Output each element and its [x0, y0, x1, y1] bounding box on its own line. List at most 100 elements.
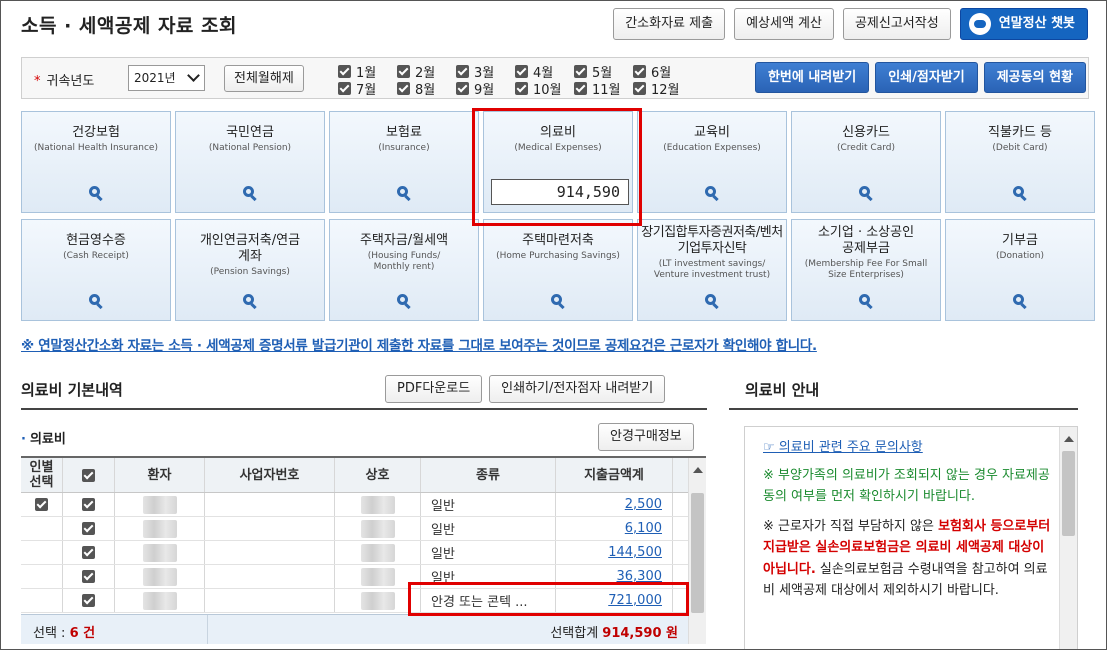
scroll-up-icon[interactable]	[693, 467, 703, 473]
amount-link[interactable]: 36,300	[617, 569, 663, 584]
search-icon[interactable]	[859, 186, 873, 202]
checkbox-checked-icon[interactable]	[397, 64, 410, 78]
month-checkbox[interactable]: 2월	[397, 63, 456, 81]
month-checkbox[interactable]: 11월	[574, 80, 633, 98]
search-icon[interactable]	[397, 294, 411, 310]
amount-link[interactable]: 6,100	[625, 521, 662, 536]
checkbox-checked-icon[interactable]	[456, 64, 469, 78]
tile-education-expenses[interactable]: 교육비 (Education Expenses)	[637, 111, 787, 213]
glasses-info-button[interactable]: 안경구매정보	[598, 423, 694, 451]
amount-cell[interactable]: 144,500	[556, 541, 673, 564]
checkbox-checked-icon[interactable]	[82, 594, 95, 607]
search-icon[interactable]	[243, 294, 257, 310]
write-deduction-form-button[interactable]: 공제신고서작성	[842, 8, 951, 40]
amount-cell[interactable]: 721,000	[556, 589, 673, 612]
table-row[interactable]: 일반 36,300	[21, 565, 706, 589]
tile-national-pension[interactable]: 국민연금 (National Pension)	[175, 111, 325, 213]
row-checkbox[interactable]	[63, 517, 115, 540]
chatbot-button[interactable]: 연말정산 챗봇	[959, 8, 1088, 40]
grid-scrollbar[interactable]	[688, 458, 706, 644]
pdf-download-button[interactable]: PDF다운로드	[385, 375, 483, 403]
checkbox-checked-icon[interactable]	[633, 81, 646, 95]
tile-housing-funds[interactable]: 주택자금/월세액 (Housing Funds/ Monthly rent)	[329, 219, 479, 321]
checkbox-checked-icon[interactable]	[574, 81, 587, 95]
checkbox-checked-icon[interactable]	[35, 498, 48, 511]
tile-credit-card[interactable]: 신용카드 (Credit Card)	[791, 111, 941, 213]
scroll-up-icon[interactable]	[1064, 436, 1074, 442]
checkbox-checked-icon[interactable]	[515, 64, 528, 78]
row-person-checkbox[interactable]	[21, 493, 63, 516]
estimate-tax-button[interactable]: 예상세액 계산	[734, 8, 834, 40]
tile-home-purchasing-savings[interactable]: 주택마련저축 (Home Purchasing Savings)	[483, 219, 633, 321]
tile-debit-card[interactable]: 직불카드 등 (Debit Card)	[945, 111, 1095, 213]
row-checkbox[interactable]	[63, 589, 115, 612]
search-icon[interactable]	[243, 186, 257, 202]
table-row[interactable]: 일반 144,500	[21, 541, 706, 565]
toggle-all-months-button[interactable]: 전체월해제	[224, 65, 304, 92]
month-checkbox[interactable]: 1월	[338, 63, 397, 81]
search-icon[interactable]	[705, 186, 719, 202]
tile-donation[interactable]: 기부금 (Donation)	[945, 219, 1095, 321]
amount-cell[interactable]: 2,500	[556, 493, 673, 516]
tile-small-enterprise-fee[interactable]: 소기업 · 소상공인 공제부금 (Membership Fee For Smal…	[791, 219, 941, 321]
checkbox-checked-icon[interactable]	[82, 468, 95, 482]
notice-link[interactable]: ※ 연말정산간소화 자료는 소득 · 세액공제 증명서류 발급기관이 제출한 자…	[21, 334, 817, 354]
checkbox-checked-icon[interactable]	[82, 546, 95, 559]
amount-link[interactable]: 144,500	[608, 545, 662, 560]
search-icon[interactable]	[1013, 294, 1027, 310]
print-download-button[interactable]: 인쇄하기/전자점자 내려받기	[489, 375, 666, 403]
tile-pension-savings[interactable]: 개인연금저축/연금계좌 (Pension Savings)	[175, 219, 325, 321]
month-checkbox[interactable]: 6월	[633, 63, 692, 81]
scroll-thumb[interactable]	[691, 493, 704, 613]
amount-cell[interactable]: 36,300	[556, 565, 673, 588]
month-checkbox[interactable]: 9월	[456, 80, 515, 98]
row-checkbox[interactable]	[63, 541, 115, 564]
search-icon[interactable]	[705, 294, 719, 310]
tile-medical-expenses[interactable]: 의료비 (Medical Expenses) 914,590	[483, 111, 633, 213]
search-icon[interactable]	[89, 294, 103, 310]
table-row[interactable]: 일반 6,100	[21, 517, 706, 541]
amount-link[interactable]: 2,500	[625, 497, 662, 512]
checkbox-checked-icon[interactable]	[515, 81, 528, 95]
checkbox-checked-icon[interactable]	[574, 64, 587, 78]
year-select[interactable]: 2021년	[128, 65, 205, 91]
checkbox-checked-icon[interactable]	[338, 81, 351, 95]
table-row[interactable]: 안경 또는 콘텍 ... 721,000	[21, 589, 706, 613]
amount-link[interactable]: 721,000	[608, 593, 662, 608]
month-checkbox[interactable]: 5월	[574, 63, 633, 81]
checkbox-checked-icon[interactable]	[633, 64, 646, 78]
faq-link[interactable]: ☞ 의료비 관련 주요 문의사항	[763, 437, 1055, 459]
checkbox-checked-icon[interactable]	[82, 498, 95, 511]
checkbox-checked-icon[interactable]	[456, 81, 469, 95]
submit-simplified-data-button[interactable]: 간소화자료 제출	[613, 8, 726, 40]
search-icon[interactable]	[397, 186, 411, 202]
month-checkbox[interactable]: 8월	[397, 80, 456, 98]
row-checkbox[interactable]	[63, 565, 115, 588]
amount-cell[interactable]: 6,100	[556, 517, 673, 540]
tile-health-insurance[interactable]: 건강보험 (National Health Insurance)	[21, 111, 171, 213]
scroll-thumb[interactable]	[1062, 451, 1075, 536]
print-braille-button[interactable]: 인쇄/점자받기	[875, 62, 978, 93]
month-checkbox[interactable]: 7월	[338, 80, 397, 98]
checkbox-checked-icon[interactable]	[82, 570, 95, 583]
month-checkbox[interactable]: 4월	[515, 63, 574, 81]
month-checkbox[interactable]: 10월	[515, 80, 574, 98]
search-icon[interactable]	[89, 186, 103, 202]
download-all-button[interactable]: 한번에 내려받기	[754, 62, 870, 93]
checkbox-checked-icon[interactable]	[397, 81, 410, 95]
row-checkbox[interactable]	[63, 493, 115, 516]
search-icon[interactable]	[1013, 186, 1027, 202]
guide-scrollbar[interactable]	[1059, 427, 1077, 649]
search-icon[interactable]	[859, 294, 873, 310]
table-row[interactable]: 일반 2,500	[21, 493, 706, 517]
tile-cash-receipt[interactable]: 현금영수증 (Cash Receipt)	[21, 219, 171, 321]
checkbox-checked-icon[interactable]	[82, 522, 95, 535]
tile-insurance[interactable]: 보험료 (Insurance)	[329, 111, 479, 213]
month-checkbox[interactable]: 3월	[456, 63, 515, 81]
checkbox-checked-icon[interactable]	[338, 64, 351, 78]
consent-status-button[interactable]: 제공동의 현황	[983, 62, 1086, 93]
col-select-all[interactable]	[63, 458, 115, 492]
month-checkbox[interactable]: 12월	[633, 80, 692, 98]
tile-lt-investment-savings[interactable]: 장기집합투자증권저축/벤처기업투자신탁 (LT investment savin…	[637, 219, 787, 321]
search-icon[interactable]	[551, 294, 565, 310]
